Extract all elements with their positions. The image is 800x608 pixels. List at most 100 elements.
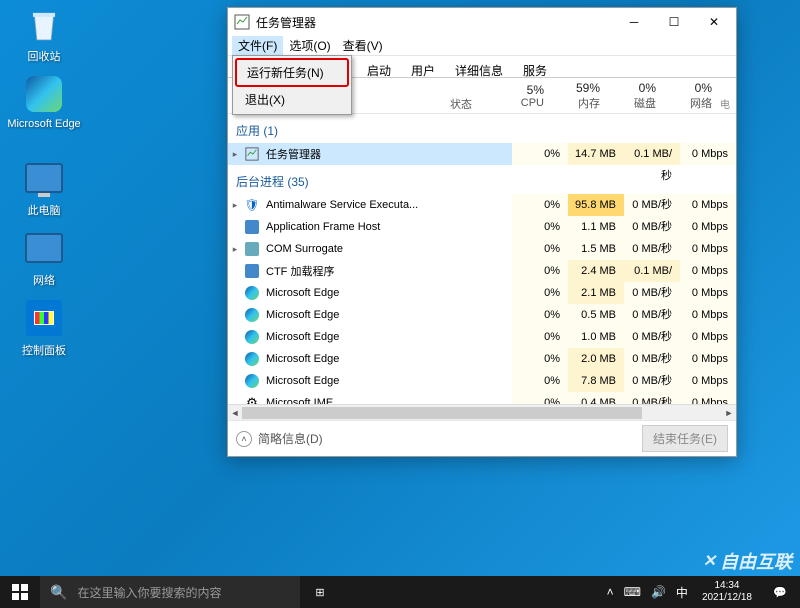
process-row[interactable]: Microsoft Edge0%2.1 MB0 MB/秒0 Mbps — [228, 282, 736, 304]
network-cell: 0 Mbps — [680, 326, 736, 348]
network-label: 网络 — [6, 272, 82, 288]
end-task-button[interactable]: 结束任务(E) — [642, 425, 728, 452]
network-cell: 0 Mbps — [680, 216, 736, 238]
system-tray: ˄ ⌨ 🔊 中 14:34 2021/12/18 💬 — [601, 576, 800, 608]
network-cell: 0 Mbps — [680, 260, 736, 282]
process-list[interactable]: 应用 (1) ▸任务管理器0%14.7 MB0.1 MB/秒0 Mbps 后台进… — [228, 114, 736, 404]
tray-volume-icon[interactable]: 🔊 — [649, 585, 668, 599]
close-button[interactable]: ✕ — [694, 9, 734, 35]
memory-cell: 2.4 MB — [568, 260, 624, 282]
menu-run-new-task[interactable]: 运行新任务(N) — [235, 58, 349, 87]
tab-services[interactable]: 服务 — [514, 58, 556, 77]
cpu-cell: 0% — [512, 326, 568, 348]
horizontal-scrollbar[interactable]: ◄ ► — [228, 404, 736, 420]
tray-chevron-icon[interactable]: ˄ — [605, 585, 616, 599]
disk-cell: 0 MB/秒 — [624, 304, 680, 326]
menu-view[interactable]: 查看(V) — [337, 36, 389, 55]
recycle-icon — [24, 4, 64, 44]
process-row[interactable]: Microsoft Edge0%7.8 MB0 MB/秒0 Mbps — [228, 370, 736, 392]
menu-options[interactable]: 选项(O) — [283, 36, 336, 55]
network[interactable]: 网络 — [6, 228, 82, 288]
chevron-up-icon: ˄ — [236, 431, 252, 447]
control-panel-icon — [24, 298, 64, 338]
process-icon: ⚙ — [244, 395, 260, 404]
process-row[interactable]: Microsoft Edge0%2.0 MB0 MB/秒0 Mbps — [228, 348, 736, 370]
network-cell: 0 Mbps — [680, 392, 736, 404]
header-network[interactable]: 0%网络 — [664, 78, 720, 113]
process-icon — [244, 329, 260, 345]
control-panel-label: 控制面板 — [6, 342, 82, 358]
process-row[interactable]: Application Frame Host0%1.1 MB0 MB/秒0 Mb… — [228, 216, 736, 238]
expand-icon[interactable]: ▸ — [228, 200, 242, 211]
header-cpu[interactable]: 5%CPU — [496, 78, 552, 113]
cpu-cell: 0% — [512, 392, 568, 404]
task-view-button[interactable]: ⊞ — [300, 576, 340, 608]
tab-users[interactable]: 用户 — [402, 58, 444, 77]
scroll-left-icon[interactable]: ◄ — [228, 405, 242, 421]
memory-cell: 2.1 MB — [568, 282, 624, 304]
cpu-cell: 0% — [512, 348, 568, 370]
pc-label: 此电脑 — [6, 202, 82, 218]
header-disk[interactable]: 0%磁盘 — [608, 78, 664, 113]
process-name: Microsoft IME — [266, 397, 462, 404]
scroll-right-icon[interactable]: ► — [722, 405, 736, 421]
fewer-details-button[interactable]: ˄ 简略信息(D) — [236, 430, 323, 447]
edge-shortcut[interactable]: Microsoft Edge — [6, 74, 82, 130]
notifications-button[interactable]: 💬 — [764, 576, 796, 608]
process-row[interactable]: Microsoft Edge0%0.5 MB0 MB/秒0 Mbps — [228, 304, 736, 326]
footer: ˄ 简略信息(D) 结束任务(E) — [228, 420, 736, 456]
header-status[interactable]: 状态 — [446, 78, 496, 113]
process-name: Microsoft Edge — [266, 287, 462, 299]
scroll-thumb[interactable] — [242, 407, 642, 419]
cpu-cell: 0% — [512, 194, 568, 216]
header-memory[interactable]: 59%内存 — [552, 78, 608, 113]
process-name: Microsoft Edge — [266, 309, 462, 321]
process-row[interactable]: Microsoft Edge0%1.0 MB0 MB/秒0 Mbps — [228, 326, 736, 348]
maximize-button[interactable]: ☐ — [654, 9, 694, 35]
date: 2021/12/18 — [702, 592, 752, 604]
task-manager-icon — [234, 14, 250, 30]
search-box[interactable]: 🔍 在这里输入你要搜索的内容 — [40, 576, 300, 608]
time: 14:34 — [702, 580, 752, 592]
minimize-button[interactable]: ─ — [614, 9, 654, 35]
process-row[interactable]: ▸🛡Antimalware Service Executa...0%95.8 M… — [228, 194, 736, 216]
process-row[interactable]: ▸COM Surrogate0%1.5 MB0 MB/秒0 Mbps — [228, 238, 736, 260]
disk-cell: 0 MB/秒 — [624, 348, 680, 370]
tab-details[interactable]: 详细信息 — [446, 58, 512, 77]
recycle-bin[interactable]: 回收站 — [6, 4, 82, 64]
cpu-cell: 0% — [512, 238, 568, 260]
process-name: Microsoft Edge — [266, 331, 462, 343]
cpu-cell: 0% — [512, 260, 568, 282]
menu-exit[interactable]: 退出(X) — [235, 87, 349, 112]
memory-cell: 14.7 MB — [568, 143, 624, 165]
disk-cell: 0 MB/秒 — [624, 326, 680, 348]
network-icon — [24, 228, 64, 268]
memory-cell: 0.4 MB — [568, 392, 624, 404]
window-title: 任务管理器 — [256, 14, 614, 31]
process-icon — [244, 307, 260, 323]
expand-icon[interactable]: ▸ — [228, 244, 242, 255]
header-extra[interactable]: 电 — [720, 78, 730, 113]
fewer-details-label: 简略信息(D) — [258, 430, 323, 447]
cpu-cell: 0% — [512, 216, 568, 238]
this-pc[interactable]: 此电脑 — [6, 158, 82, 218]
process-row[interactable]: ⚙Microsoft IME0%0.4 MB0 MB/秒0 Mbps — [228, 392, 736, 404]
menu-file[interactable]: 文件(F) — [232, 36, 283, 55]
memory-cell: 0.5 MB — [568, 304, 624, 326]
tab-startup[interactable]: 启动 — [358, 58, 400, 77]
process-row[interactable]: CTF 加载程序0%2.4 MB0.1 MB/秒0 Mbps — [228, 260, 736, 282]
memory-cell: 7.8 MB — [568, 370, 624, 392]
watermark: 自由互联 — [703, 548, 792, 574]
start-button[interactable] — [0, 576, 40, 608]
edge-label: Microsoft Edge — [6, 118, 82, 130]
clock[interactable]: 14:34 2021/12/18 — [696, 580, 758, 604]
network-cell: 0 Mbps — [680, 348, 736, 370]
titlebar[interactable]: 任务管理器 ─ ☐ ✕ — [228, 8, 736, 36]
control-panel[interactable]: 控制面板 — [6, 298, 82, 358]
process-row[interactable]: ▸任务管理器0%14.7 MB0.1 MB/秒0 Mbps — [228, 143, 736, 165]
tray-keyboard-icon[interactable]: ⌨ — [622, 585, 643, 599]
process-icon — [244, 146, 260, 162]
expand-icon[interactable]: ▸ — [228, 149, 242, 160]
memory-cell: 1.5 MB — [568, 238, 624, 260]
tray-ime-icon[interactable]: 中 — [674, 584, 690, 601]
